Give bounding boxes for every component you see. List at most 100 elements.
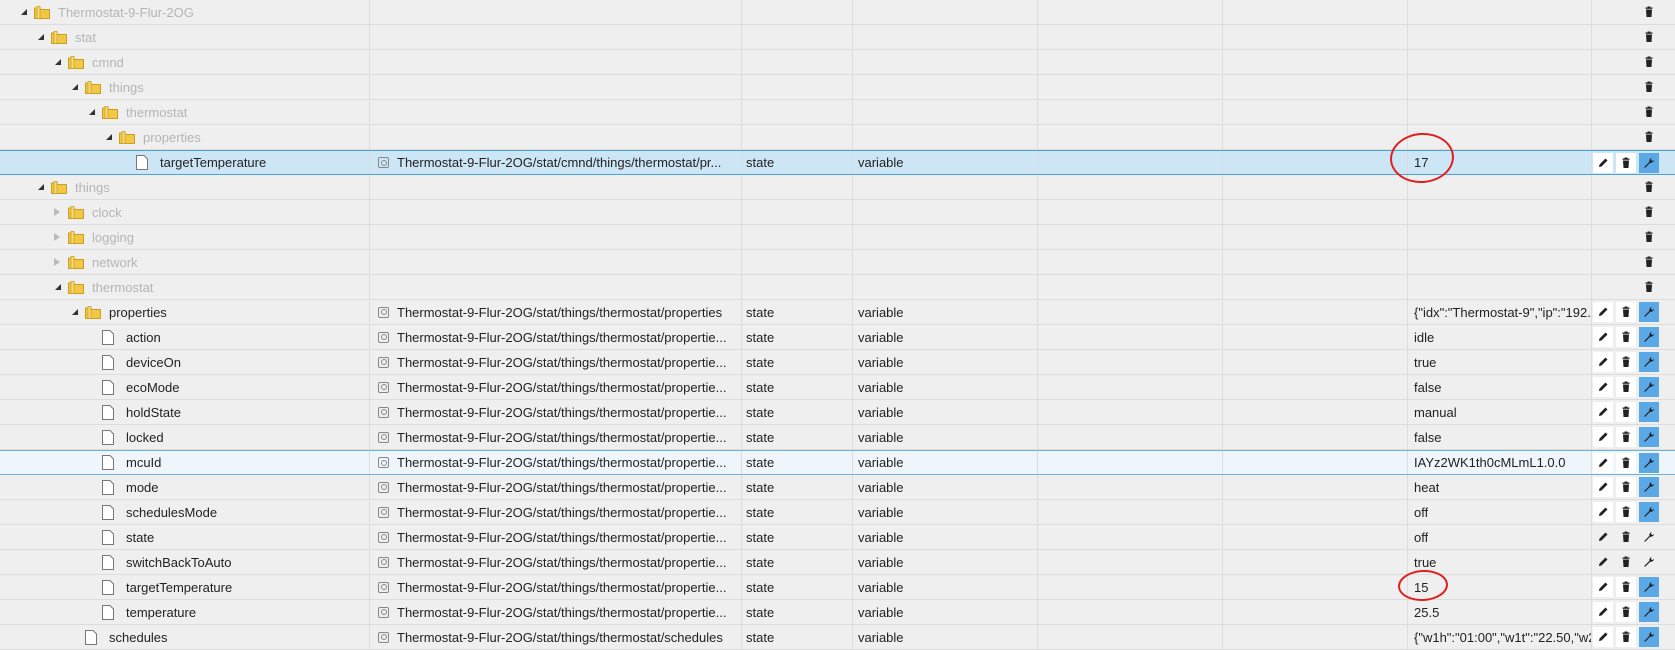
wrench-button[interactable] [1639,302,1659,322]
value-cell[interactable] [1408,175,1592,199]
value-cell[interactable]: true [1408,350,1592,374]
value-cell[interactable]: false [1408,375,1592,399]
value-cell[interactable]: {"w1h":"01:00","w1t":"22.50,"w2h [1408,625,1592,649]
value-cell[interactable]: 25.5 [1408,600,1592,624]
delete-button[interactable] [1616,452,1636,473]
table-row[interactable]: thermostat [0,275,1675,300]
edit-button[interactable] [1593,427,1613,447]
value-cell[interactable] [1408,125,1592,149]
table-row[interactable]: switchBackToAuto Thermostat-9-Flur-2OG/st… [0,550,1675,575]
value-cell[interactable]: {"idx":"Thermostat-9","ip":"192. [1408,300,1592,324]
wrench-button[interactable] [1639,402,1659,422]
table-row[interactable]: schedulesMode Thermostat-9-Flur-2OG/stat/… [0,500,1675,525]
delete-button[interactable] [1639,52,1659,72]
edit-button[interactable] [1593,552,1613,572]
delete-button[interactable] [1639,102,1659,122]
edit-button[interactable] [1593,627,1613,647]
edit-button[interactable] [1593,502,1613,522]
edit-button[interactable] [1593,327,1613,347]
table-row[interactable]: thermostat [0,100,1675,125]
wrench-button[interactable] [1639,577,1659,597]
table-row[interactable]: mode Thermostat-9-Flur-2OG/stat/things/th… [0,475,1675,500]
collapse-arrow-icon[interactable] [52,282,62,292]
collapse-arrow-icon[interactable] [86,107,96,117]
table-row[interactable]: action Thermostat-9-Flur-2OG/stat/things/… [0,325,1675,350]
edit-button[interactable] [1593,352,1613,372]
value-cell[interactable]: 15 [1408,575,1592,599]
delete-button[interactable] [1616,302,1636,322]
edit-button[interactable] [1593,602,1613,622]
delete-button[interactable] [1616,402,1636,422]
value-cell[interactable]: heat [1408,475,1592,499]
value-cell[interactable] [1408,75,1592,99]
value-cell[interactable] [1408,225,1592,249]
table-row[interactable]: stat [0,25,1675,50]
wrench-button[interactable] [1639,602,1659,622]
value-cell[interactable]: idle [1408,325,1592,349]
delete-button[interactable] [1639,252,1659,272]
value-cell[interactable]: off [1408,525,1592,549]
delete-button[interactable] [1616,602,1636,622]
wrench-button[interactable] [1639,352,1659,372]
table-row[interactable]: schedules Thermostat-9-Flur-2OG/stat/thin… [0,625,1675,650]
wrench-button[interactable] [1639,152,1659,173]
table-row[interactable]: Thermostat-9-Flur-2OG [0,0,1675,25]
edit-button[interactable] [1593,402,1613,422]
delete-button[interactable] [1639,2,1659,22]
value-cell[interactable] [1408,50,1592,74]
table-row[interactable]: holdState Thermostat-9-Flur-2OG/stat/thin… [0,400,1675,425]
edit-button[interactable] [1593,527,1613,547]
value-cell[interactable]: true [1408,550,1592,574]
delete-button[interactable] [1616,502,1636,522]
table-row[interactable]: targetTemperature Thermostat-9-Flur-2OG/s… [0,150,1675,175]
value-cell[interactable]: manual [1408,400,1592,424]
value-cell[interactable] [1408,250,1592,274]
collapse-arrow-icon[interactable] [35,32,45,42]
table-row[interactable]: temperature Thermostat-9-Flur-2OG/stat/th… [0,600,1675,625]
table-row[interactable]: logging [0,225,1675,250]
wrench-button[interactable] [1639,452,1659,473]
delete-button[interactable] [1639,177,1659,197]
table-row[interactable]: locked Thermostat-9-Flur-2OG/stat/things/… [0,425,1675,450]
collapse-arrow-icon[interactable] [103,132,113,142]
value-cell[interactable]: off [1408,500,1592,524]
table-row[interactable]: targetTemperature Thermostat-9-Flur-2OG/s… [0,575,1675,600]
value-cell[interactable] [1408,275,1592,299]
delete-button[interactable] [1639,27,1659,47]
delete-button[interactable] [1616,552,1636,572]
wrench-button[interactable] [1639,477,1659,497]
table-row[interactable]: state Thermostat-9-Flur-2OG/stat/things/t… [0,525,1675,550]
delete-button[interactable] [1616,477,1636,497]
value-cell[interactable]: false [1408,425,1592,449]
value-cell[interactable]: IAYz2WK1th0cMLmL1.0.0 [1408,451,1592,474]
delete-button[interactable] [1639,202,1659,222]
expand-arrow-icon[interactable] [52,257,62,267]
delete-button[interactable] [1639,277,1659,297]
value-cell[interactable] [1408,0,1592,24]
table-row[interactable]: things [0,175,1675,200]
delete-button[interactable] [1616,352,1636,372]
table-row[interactable]: things [0,75,1675,100]
edit-button[interactable] [1593,577,1613,597]
wrench-button[interactable] [1639,327,1659,347]
table-row[interactable]: properties Thermostat-9-Flur-2OG/stat/thi… [0,300,1675,325]
table-row[interactable]: ecoMode Thermostat-9-Flur-2OG/stat/things… [0,375,1675,400]
edit-button[interactable] [1593,452,1613,473]
expand-arrow-icon[interactable] [52,207,62,217]
wrench-button[interactable] [1639,377,1659,397]
value-cell[interactable] [1408,200,1592,224]
edit-button[interactable] [1593,152,1613,173]
edit-button[interactable] [1593,377,1613,397]
delete-button[interactable] [1616,577,1636,597]
collapse-arrow-icon[interactable] [35,182,45,192]
value-cell[interactable]: 17 [1408,151,1592,174]
wrench-button[interactable] [1639,502,1659,522]
table-row[interactable]: properties [0,125,1675,150]
table-row[interactable]: deviceOn Thermostat-9-Flur-2OG/stat/thing… [0,350,1675,375]
value-cell[interactable] [1408,100,1592,124]
collapse-arrow-icon[interactable] [18,7,28,17]
wrench-button[interactable] [1639,552,1659,572]
value-cell[interactable] [1408,25,1592,49]
delete-button[interactable] [1639,227,1659,247]
table-row[interactable]: network [0,250,1675,275]
